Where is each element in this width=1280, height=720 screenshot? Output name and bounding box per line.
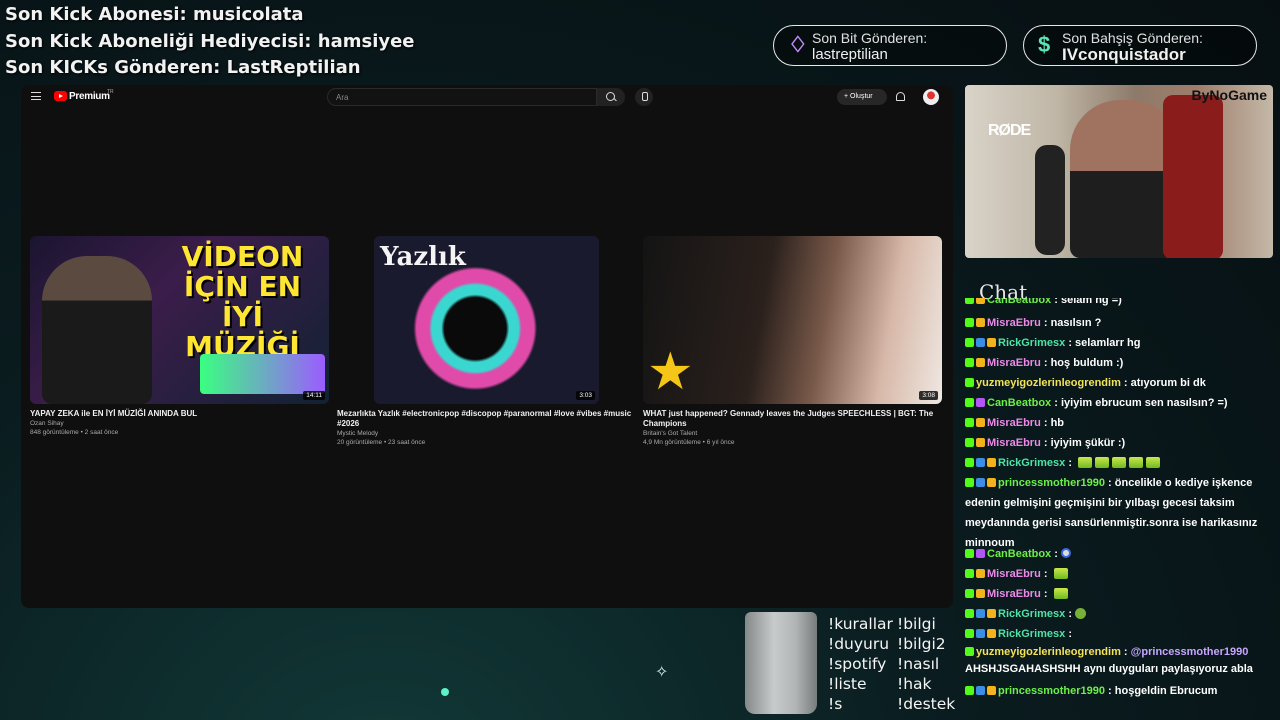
youtube-topbar: Premium TR Ara + Oluştur bbox=[21, 85, 953, 109]
sparkle-icon: ✧ bbox=[655, 664, 669, 681]
chat-username[interactable]: RickGrimesx bbox=[998, 608, 1065, 620]
video-duration: 3:08 bbox=[919, 391, 938, 400]
video-title[interactable]: Mezarlıkta Yazlık #electronicpop #discop… bbox=[337, 409, 636, 429]
chat-username[interactable]: RickGrimesx bbox=[998, 628, 1065, 640]
youtube-window: Premium TR Ara + Oluştur VİDEON İÇİN EN … bbox=[21, 85, 953, 608]
bits-value: lastreptilian bbox=[812, 46, 888, 63]
video-title[interactable]: WHAT just happened? Gennady leaves the J… bbox=[643, 409, 942, 429]
chat-message: RickGrimesx : bbox=[965, 604, 1260, 624]
chat-message: MisraEbru : hb bbox=[965, 413, 1260, 433]
command-item: !bilgi bbox=[897, 615, 936, 633]
youtube-logo-icon[interactable] bbox=[54, 91, 67, 101]
command-item: !liste bbox=[828, 675, 867, 693]
avatar[interactable] bbox=[923, 89, 939, 105]
search-input[interactable]: Ara bbox=[327, 88, 597, 106]
video-meta: 848 görüntüleme • 2 saat önce bbox=[30, 429, 119, 436]
command-item: !spotify bbox=[828, 655, 887, 673]
chat-message: MisraEbru : bbox=[965, 584, 1260, 604]
microphone-brand: RØDE bbox=[988, 122, 1031, 139]
microphone-icon[interactable] bbox=[635, 88, 653, 106]
video-duration: 3:03 bbox=[576, 391, 595, 400]
last-bet-panel: $ Son Bahşiş Gönderen: IVconquistador bbox=[1023, 25, 1257, 66]
channel-name[interactable]: Ozan Sihay bbox=[30, 420, 64, 427]
chat-message: yuzmeyigozlerinleogrendim : @princessmot… bbox=[965, 646, 1253, 675]
diamond-icon: ♢ bbox=[788, 32, 808, 57]
bits-label: Son Bit Gönderen: bbox=[812, 30, 928, 46]
chat-message: MisraEbru : nasılsın ? bbox=[965, 313, 1260, 333]
command-item: !bilgi2 bbox=[897, 635, 946, 653]
chat-username[interactable]: RickGrimesx bbox=[998, 457, 1065, 469]
youtube-logo-text[interactable]: Premium bbox=[69, 91, 110, 102]
video-thumbnail[interactable]: Yazlık 3:03 bbox=[374, 236, 599, 404]
chat-username[interactable]: yuzmeyigozlerinleogrendim bbox=[976, 646, 1121, 658]
hamburger-menu-icon[interactable] bbox=[31, 92, 41, 100]
chat-username[interactable]: CanBeatbox bbox=[987, 397, 1051, 409]
star-icon: ★ bbox=[647, 343, 694, 401]
last-kicks-text: Son KICKs Gönderen: LastReptilian bbox=[5, 57, 361, 78]
bet-label: Son Bahşiş Gönderen: bbox=[1062, 30, 1203, 46]
chat-message: MisraEbru : bbox=[965, 564, 1260, 584]
last-bits-panel: ♢ Son Bit Gönderen: lastreptilian bbox=[773, 25, 1007, 66]
last-sub-text: Son Kick Abonesi: musicolata bbox=[5, 4, 304, 25]
chat-username[interactable]: yuzmeyigozlerinleogrendim bbox=[976, 377, 1121, 389]
video-thumbnail[interactable]: ★ 3:08 bbox=[643, 236, 942, 404]
decorative-dot bbox=[441, 688, 449, 696]
bet-value: IVconquistador bbox=[1062, 45, 1186, 64]
chat-username[interactable]: MisraEbru bbox=[987, 357, 1041, 369]
commands-column-1: !kurallar !duyuru !spotify !liste !s bbox=[828, 614, 893, 714]
channel-brand: ByNoGame bbox=[1191, 87, 1267, 103]
chat-username[interactable]: MisraEbru bbox=[987, 588, 1041, 600]
video-thumbnail[interactable]: VİDEON İÇİN EN İYİ MÜZİĞİ BUL 14:11 bbox=[30, 236, 329, 404]
chat-username[interactable]: CanBeatbox bbox=[987, 548, 1051, 560]
search-icon[interactable] bbox=[597, 88, 625, 106]
chat-message: princessmother1990 : hoşgeldin Ebrucum bbox=[965, 681, 1260, 701]
webcam-feed: ByNoGame RØDE bbox=[965, 85, 1273, 258]
dollar-icon: $ bbox=[1038, 32, 1051, 57]
channel-name[interactable]: Britain's Got Talent bbox=[643, 430, 697, 437]
command-item: !nasıl bbox=[897, 655, 940, 673]
cup-image bbox=[745, 612, 817, 714]
chat-message: yuzmeyigozlerinleogrendim : atıyorum bi … bbox=[965, 373, 1260, 393]
command-item: !kurallar bbox=[828, 615, 893, 633]
command-item: !duyuru bbox=[828, 635, 890, 653]
command-item: !hak bbox=[897, 675, 932, 693]
chat-username[interactable]: RickGrimesx bbox=[998, 337, 1065, 349]
chat-message: RickGrimesx : selamlarr hg bbox=[965, 333, 1260, 353]
chat-username[interactable]: MisraEbru bbox=[987, 417, 1041, 429]
chat-message: RickGrimesx : bbox=[965, 453, 1260, 473]
chat-mention[interactable]: @princessmother1990 bbox=[1131, 646, 1249, 658]
chat-message: RickGrimesx : bbox=[965, 624, 1260, 644]
country-code: TR bbox=[107, 89, 114, 95]
channel-name[interactable]: Mystic Melody bbox=[337, 430, 378, 437]
video-duration: 14:11 bbox=[303, 391, 325, 400]
chat-message: MisraEbru : hoş buldum :) bbox=[965, 353, 1260, 373]
last-gifter-text: Son Kick Aboneliği Hediyecisi: hamsiyee bbox=[5, 31, 415, 52]
video-meta: 4,9 Mn görüntüleme • 6 yıl önce bbox=[643, 439, 735, 446]
thumbnail-text: Yazlık bbox=[380, 242, 466, 272]
chat-username[interactable]: MisraEbru bbox=[987, 568, 1041, 580]
video-title[interactable]: YAPAY ZEKA ile EN İYİ MÜZİĞİ ANINDA BUL bbox=[30, 409, 329, 419]
command-item: !s bbox=[828, 695, 843, 713]
chat-message: CanBeatbox : selam hg =) bbox=[965, 298, 1260, 310]
create-button[interactable]: + Oluştur bbox=[837, 89, 887, 105]
chat-username[interactable]: princessmother1990 bbox=[998, 477, 1105, 489]
notifications-bell-icon[interactable] bbox=[896, 92, 905, 101]
video-meta: 20 görüntüleme • 23 saat önce bbox=[337, 439, 426, 446]
command-item: !destek bbox=[897, 695, 956, 713]
chat-message: CanBeatbox : bbox=[965, 544, 1260, 564]
chat-message: MisraEbru : iyiyim şükür :) bbox=[965, 433, 1260, 453]
chat-message: princessmother1990 : öncelikle o kediye … bbox=[965, 477, 1258, 549]
chat-username[interactable]: MisraEbru bbox=[987, 437, 1041, 449]
chat-panel: CanBeatbox : selam hg =) MisraEbru : nas… bbox=[965, 298, 1265, 703]
chat-username[interactable]: MisraEbru bbox=[987, 317, 1041, 329]
chat-username[interactable]: princessmother1990 bbox=[998, 685, 1105, 697]
chat-message: CanBeatbox : iyiyim ebrucum sen nasılsın… bbox=[965, 393, 1260, 413]
commands-column-2: !bilgi !bilgi2 !nasıl !hak !destek bbox=[897, 614, 955, 714]
